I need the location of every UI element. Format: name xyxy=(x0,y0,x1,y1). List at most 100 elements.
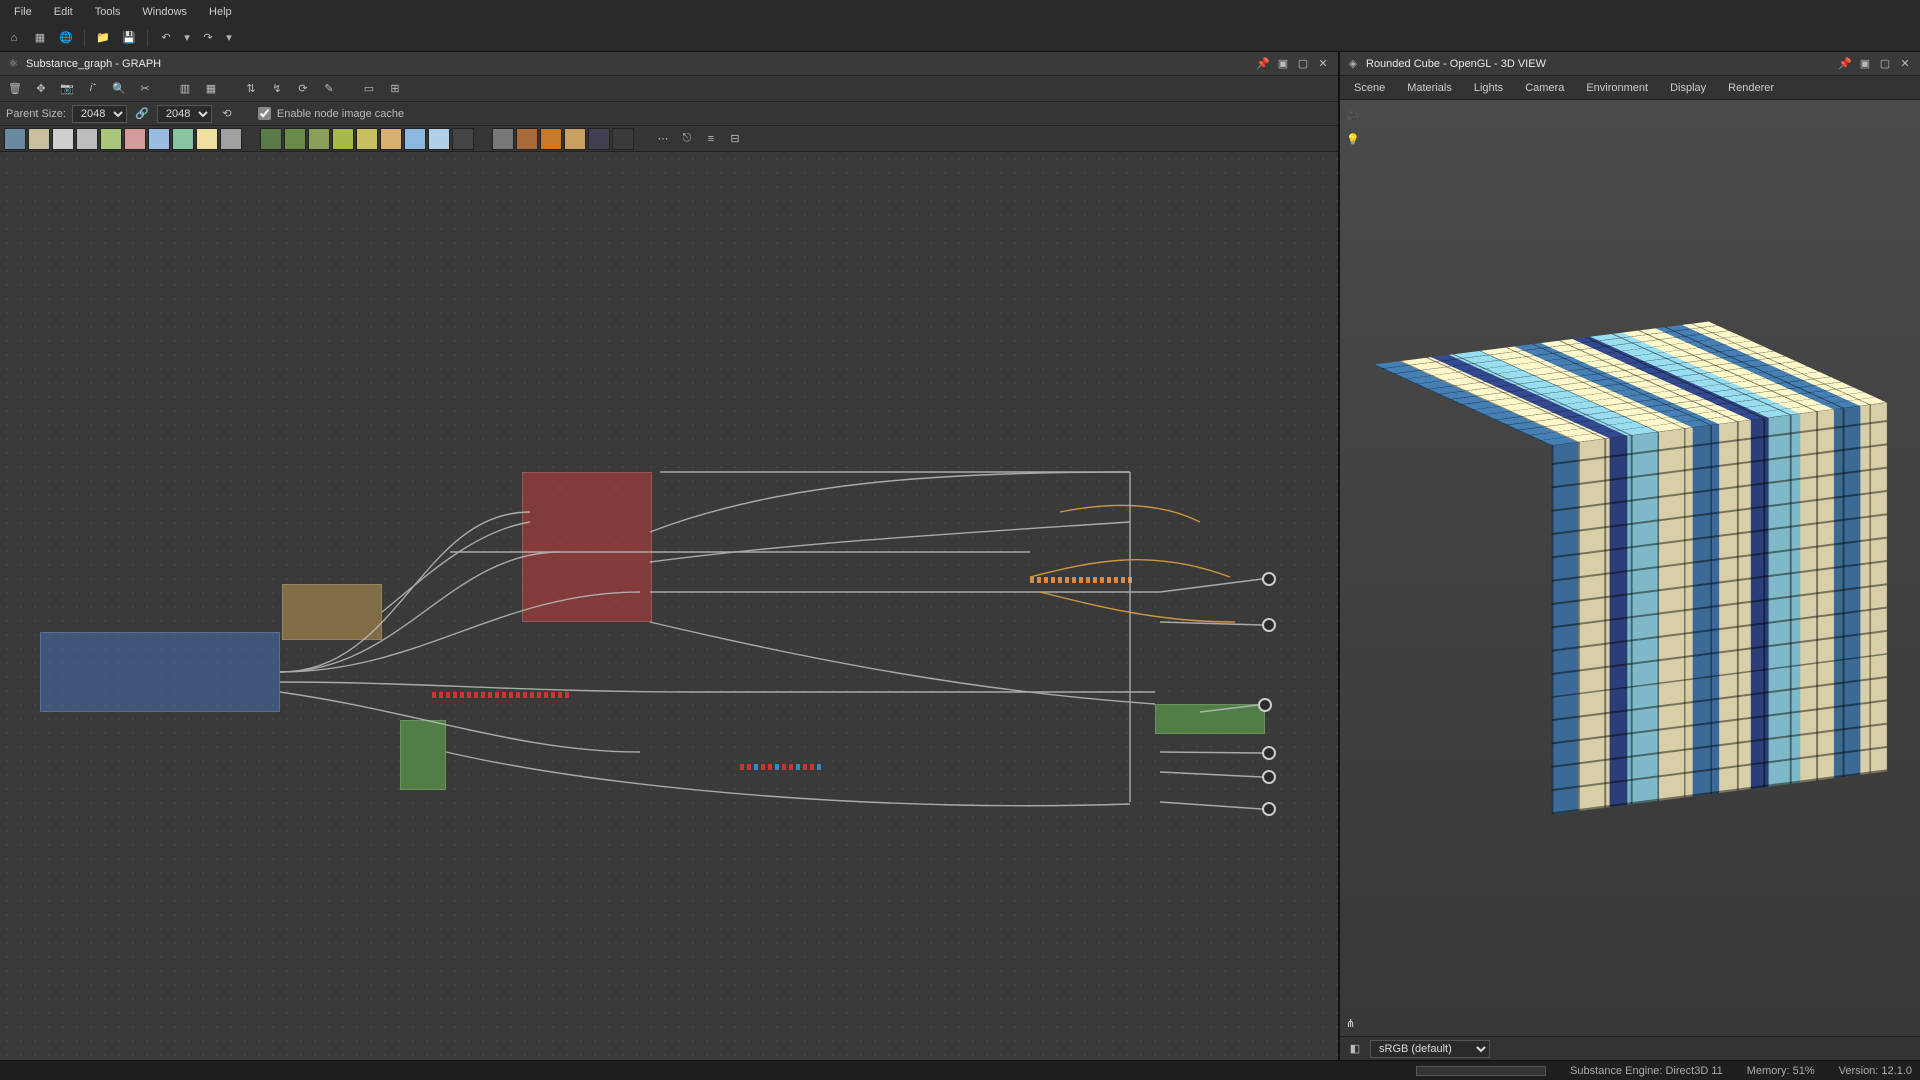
node-palette-button[interactable] xyxy=(52,128,74,150)
status-bar: Substance Engine: Direct3D 11 Memory: 51… xyxy=(0,1060,1920,1080)
close-icon[interactable]: ✕ xyxy=(1896,56,1914,72)
globe-icon[interactable]: 🌐 xyxy=(56,28,76,48)
node-palette-button[interactable] xyxy=(380,128,402,150)
node-palette-button[interactable] xyxy=(564,128,586,150)
close-icon[interactable]: ✕ xyxy=(1314,56,1332,72)
trash-icon[interactable]: 🗑 xyxy=(4,78,26,100)
node-palette-button[interactable] xyxy=(76,128,98,150)
node-palette-button[interactable] xyxy=(220,128,242,150)
node-palette-button[interactable] xyxy=(124,128,146,150)
menu-edit[interactable]: Edit xyxy=(44,3,83,21)
zoom-icon[interactable]: 🔍 xyxy=(108,78,130,100)
graph-toolbar-edit: 🗑 ✥ 📷 𝑖⁺ 🔍 ✂ ▥ ▦ ⇅ ↯ ⟳ ✎ ▭ ⊞ xyxy=(0,76,1338,102)
align-grid-icon[interactable]: ▦ xyxy=(200,78,222,100)
reset-size-icon[interactable]: ⟲ xyxy=(218,105,236,123)
open-folder-icon[interactable]: 📁 xyxy=(93,28,113,48)
node-palette-button[interactable] xyxy=(4,128,26,150)
viewport-hierarchy-icon[interactable]: ⋔ xyxy=(1346,1017,1355,1030)
node-palette-button[interactable] xyxy=(332,128,354,150)
refresh-icon[interactable]: ⟳ xyxy=(292,78,314,100)
main-toolbar: ⌂ ▦ 🌐 📁 💾 ↶ ▾ ↷ ▾ xyxy=(0,24,1920,52)
align-left-icon[interactable]: ▥ xyxy=(174,78,196,100)
node-palette-button[interactable] xyxy=(404,128,426,150)
3d-view-panel: ◈ Rounded Cube - OpenGL - 3D VIEW 📌 ▣ ▢ … xyxy=(1340,52,1920,1060)
graph-canvas[interactable] xyxy=(0,152,1338,1060)
snap-icon[interactable]: ⊞ xyxy=(384,78,406,100)
3d-viewport[interactable]: 🎥 💡 ⋔ xyxy=(1340,100,1920,1036)
redo-dropdown-icon[interactable]: ▾ xyxy=(224,28,234,48)
graph-icon: ⚛ xyxy=(6,57,20,71)
menu-help[interactable]: Help xyxy=(199,3,242,21)
undo-dropdown-icon[interactable]: ▾ xyxy=(182,28,192,48)
node-palette-button[interactable] xyxy=(516,128,538,150)
tab-camera[interactable]: Camera xyxy=(1515,79,1574,97)
node-palette-button[interactable] xyxy=(172,128,194,150)
node-palette-button[interactable] xyxy=(492,128,514,150)
node-palette-button[interactable] xyxy=(540,128,562,150)
grid-icon[interactable]: ▦ xyxy=(30,28,50,48)
pin-icon[interactable]: 📌 xyxy=(1836,56,1854,72)
status-progress xyxy=(1416,1066,1546,1076)
3d-view-bottombar: ◧ sRGB (default) xyxy=(1340,1036,1920,1060)
preview-mesh xyxy=(1462,362,1798,774)
camera-icon[interactable]: 📷 xyxy=(56,78,78,100)
menu-file[interactable]: File xyxy=(4,3,42,21)
viewport-camera-icon[interactable]: 🎥 xyxy=(1344,106,1362,124)
app-menubar: File Edit Tools Windows Help xyxy=(0,0,1920,24)
enable-cache-checkbox[interactable] xyxy=(258,107,271,120)
status-memory: Memory: 51% xyxy=(1747,1065,1815,1077)
restore-icon[interactable]: ▣ xyxy=(1274,56,1292,72)
node-palette-button[interactable] xyxy=(612,128,634,150)
3d-view-side-tools: 🎥 💡 xyxy=(1340,100,1366,154)
graph-panel-title: Substance_graph - GRAPH xyxy=(26,58,161,70)
menu-tools[interactable]: Tools xyxy=(85,3,131,21)
maximize-icon[interactable]: ▢ xyxy=(1876,56,1894,72)
status-version: Version: 12.1.0 xyxy=(1839,1065,1912,1077)
undo-icon[interactable]: ↶ xyxy=(156,28,176,48)
wand-icon[interactable]: ✎ xyxy=(318,78,340,100)
colorspace-icon[interactable]: ◧ xyxy=(1346,1040,1364,1058)
enable-cache-label: Enable node image cache xyxy=(277,108,404,120)
viewport-light-icon[interactable]: 💡 xyxy=(1344,130,1362,148)
tab-lights[interactable]: Lights xyxy=(1464,79,1513,97)
node-palette-extra-button[interactable]: ⋯ xyxy=(652,128,674,150)
route-icon[interactable]: ↯ xyxy=(266,78,288,100)
status-engine: Substance Engine: Direct3D 11 xyxy=(1570,1065,1723,1077)
save-icon[interactable]: 💾 xyxy=(119,28,139,48)
node-palette-button[interactable] xyxy=(100,128,122,150)
restore-icon[interactable]: ▣ xyxy=(1856,56,1874,72)
node-palette-extra-button[interactable]: ≡ xyxy=(700,128,722,150)
tab-renderer[interactable]: Renderer xyxy=(1718,79,1784,97)
node-palette-button[interactable] xyxy=(452,128,474,150)
arrange-icon[interactable]: ⇅ xyxy=(240,78,262,100)
tab-scene[interactable]: Scene xyxy=(1344,79,1395,97)
parent-size-height-select[interactable]: 2048 xyxy=(157,105,212,123)
cut-icon[interactable]: ✂ xyxy=(134,78,156,100)
menu-windows[interactable]: Windows xyxy=(132,3,197,21)
home-icon[interactable]: ⌂ xyxy=(4,28,24,48)
colorspace-select[interactable]: sRGB (default) xyxy=(1370,1040,1490,1058)
node-palette-button[interactable] xyxy=(308,128,330,150)
node-palette-extra-button[interactable]: ⎋ xyxy=(676,128,698,150)
tab-materials[interactable]: Materials xyxy=(1397,79,1462,97)
node-palette-button[interactable] xyxy=(260,128,282,150)
eyedropper-icon[interactable]: 𝑖⁺ xyxy=(82,78,104,100)
node-palette-button[interactable] xyxy=(28,128,50,150)
link-size-icon[interactable]: 🔗 xyxy=(133,105,151,123)
node-palette-button[interactable] xyxy=(148,128,170,150)
node-palette-button[interactable] xyxy=(356,128,378,150)
node-palette-button[interactable] xyxy=(588,128,610,150)
maximize-icon[interactable]: ▢ xyxy=(1294,56,1312,72)
node-palette-button[interactable] xyxy=(196,128,218,150)
tab-display[interactable]: Display xyxy=(1660,79,1716,97)
parent-size-width-select[interactable]: 2048 xyxy=(72,105,127,123)
redo-icon[interactable]: ↷ xyxy=(198,28,218,48)
3d-view-menubar: Scene Materials Lights Camera Environmen… xyxy=(1340,76,1920,100)
frame-icon[interactable]: ▭ xyxy=(358,78,380,100)
move-icon[interactable]: ✥ xyxy=(30,78,52,100)
node-palette-button[interactable] xyxy=(428,128,450,150)
pin-icon[interactable]: 📌 xyxy=(1254,56,1272,72)
node-palette-extra-button[interactable]: ⊟ xyxy=(724,128,746,150)
node-palette-button[interactable] xyxy=(284,128,306,150)
tab-environment[interactable]: Environment xyxy=(1576,79,1658,97)
